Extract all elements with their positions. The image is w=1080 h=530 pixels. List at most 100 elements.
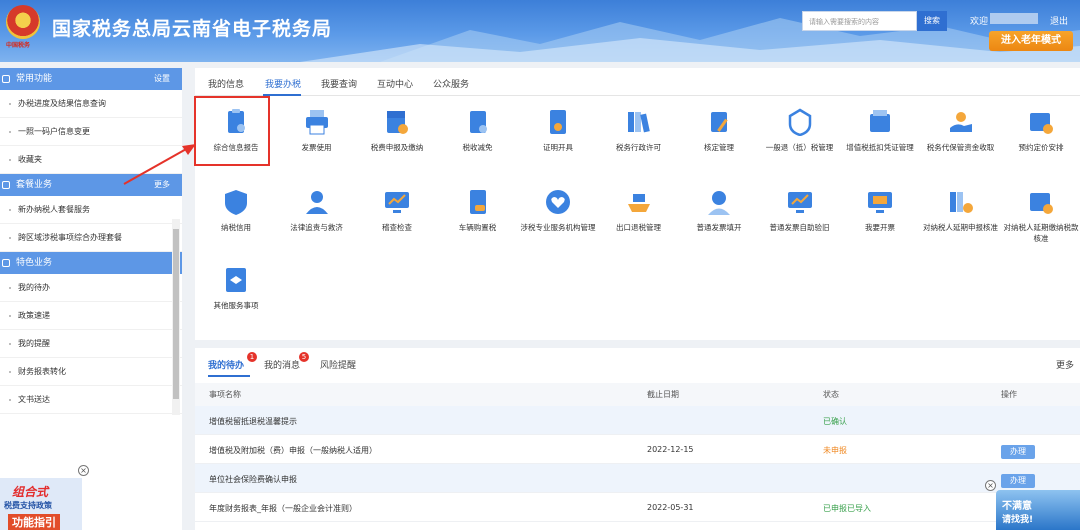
- handle-button[interactable]: 办理: [1001, 445, 1035, 459]
- section-title: 套餐业务: [16, 180, 53, 190]
- service-label: 其他服务事项: [213, 301, 259, 310]
- column-header: 操作: [1001, 390, 1017, 399]
- service-tile[interactable]: 涉税专业服务机构管理: [517, 188, 599, 233]
- tab-query[interactable]: 我要查询: [321, 77, 357, 90]
- service-tile[interactable]: 我要开票: [839, 188, 921, 233]
- search-input[interactable]: 请输入需要搜索的内容: [802, 11, 917, 31]
- binders-clock-icon: [949, 192, 973, 213]
- service-tile[interactable]: 普通发票自助验旧: [759, 188, 841, 233]
- service-label: 出口退税管理: [616, 223, 661, 232]
- username-redacted: [990, 13, 1038, 24]
- service-label: 涉税专业服务机构管理: [520, 223, 596, 232]
- tax-relief-icon: [469, 111, 487, 133]
- service-tile[interactable]: 发票使用: [276, 108, 358, 153]
- service-tile[interactable]: 稽查检查: [356, 188, 438, 233]
- service-tile[interactable]: 税务代保管资金收取: [920, 108, 1002, 153]
- ship-icon: [627, 194, 650, 212]
- column-header: 状态: [823, 390, 839, 399]
- service-tile[interactable]: 预约定价安排: [1000, 108, 1080, 153]
- sidebar-item[interactable]: 办税进度及结果信息查询: [0, 90, 182, 118]
- agent-icon: [708, 191, 730, 215]
- search-button[interactable]: 搜索: [917, 11, 947, 31]
- todo-badge: 1: [247, 352, 257, 362]
- tab-public-service[interactable]: 公众服务: [433, 77, 469, 90]
- sidebar-item[interactable]: 新办纳税人套餐服务: [0, 196, 182, 224]
- service-tile[interactable]: 证明开具: [517, 108, 599, 153]
- printer-icon: [305, 110, 328, 135]
- logout-link[interactable]: 退出: [1050, 14, 1068, 27]
- sidebar-item[interactable]: 跨区域涉税事项综合办理套餐: [0, 224, 182, 252]
- emblem-caption: 中国税务: [6, 42, 31, 49]
- service-label: 纳税信用: [221, 223, 251, 232]
- active-tab-indicator: [208, 375, 250, 377]
- promo-close-icon[interactable]: ×: [78, 465, 89, 476]
- service-tile[interactable]: 纳税信用: [195, 188, 277, 233]
- service-tile[interactable]: 出口退税管理: [598, 188, 680, 233]
- tab-my-todo[interactable]: 我的待办: [208, 358, 244, 371]
- tab-tax-handling[interactable]: 我要办税: [265, 77, 301, 90]
- table-header: 事项名称 截止日期 状态 操作: [195, 383, 1080, 406]
- service-tile[interactable]: 税费申报及缴纳: [356, 108, 438, 153]
- column-header: 事项名称: [209, 390, 241, 399]
- service-tile[interactable]: 一般退（抵）税管理: [759, 108, 841, 153]
- clipboard-edit-icon: [711, 112, 728, 132]
- sidebar-item[interactable]: 我的待办: [0, 274, 182, 302]
- table-row[interactable]: 增值税留抵退税温馨提示 已确认: [195, 406, 1080, 435]
- service-tile[interactable]: 对纳税人延期申报核准: [920, 188, 1002, 233]
- sidebar: 常用功能 设置 办税进度及结果信息查询 一照一码户信息变更 收藏夹 套餐业务 更…: [0, 68, 182, 530]
- credit-shield-icon: [225, 190, 247, 215]
- sidebar-item[interactable]: 政策速递: [0, 302, 182, 330]
- red-arrow-icon: [123, 144, 196, 185]
- tab-risk-alert[interactable]: 风险提醒: [320, 358, 356, 371]
- monitor-chart-icon: [385, 192, 409, 213]
- package-icon: [2, 181, 10, 189]
- scroll-thumb[interactable]: [173, 229, 179, 399]
- service-tile[interactable]: 核定管理: [678, 108, 760, 153]
- service-tile[interactable]: 税收减免: [437, 108, 519, 153]
- more-link[interactable]: 更多: [1056, 358, 1074, 371]
- main-tabs: 我的信息 我要办税 我要查询 互动中心 公众服务: [195, 68, 1080, 96]
- service-tile[interactable]: 税务行政许可: [598, 108, 680, 153]
- table-row[interactable]: 年度财务报表_年报（一般企业会计准则） 2022-05-31 已申报已导入: [195, 493, 1080, 522]
- tab-my-info[interactable]: 我的信息: [208, 77, 244, 90]
- settings-link[interactable]: 设置: [154, 68, 170, 90]
- declare-icon: [387, 111, 408, 134]
- service-tile[interactable]: 法律追责与救济: [276, 188, 358, 233]
- row-date: 2022-12-15: [647, 445, 694, 454]
- service-label: 对纳税人延期缴纳税款核准: [1003, 223, 1079, 243]
- layers-doc-icon: [226, 268, 246, 292]
- service-label: 普通发票填开: [696, 223, 742, 232]
- invoice-screen-icon: [868, 192, 892, 213]
- feedback-banner[interactable]: 不满意 请找我!: [996, 490, 1080, 530]
- feedback-line: 不满意: [1002, 501, 1032, 512]
- calendar-clock-icon: [1030, 113, 1053, 134]
- sidebar-item[interactable]: 我的提醒: [0, 330, 182, 358]
- service-label: 税收减免: [462, 143, 493, 152]
- tab-my-messages[interactable]: 我的消息: [264, 358, 300, 371]
- service-tile[interactable]: 增值税抵扣凭证管理: [839, 108, 921, 153]
- service-label: 发票使用: [301, 143, 332, 152]
- handle-button[interactable]: 办理: [1001, 474, 1035, 488]
- promo-banner[interactable]: 组合式 税费支持政策 功能指引: [0, 478, 82, 530]
- float-close-icon[interactable]: ×: [985, 480, 996, 491]
- service-tile[interactable]: 对纳税人延期缴纳税款核准: [1000, 188, 1080, 244]
- promo-line: 税费支持政策: [4, 501, 52, 510]
- table-row[interactable]: 单位社会保险费确认申报 办理: [195, 464, 1080, 493]
- elder-mode-button[interactable]: 进入老年模式: [989, 31, 1073, 51]
- service-tile[interactable]: 其他服务事项: [195, 266, 277, 311]
- sidebar-item[interactable]: 财务报表转化: [0, 358, 182, 386]
- grid-icon: [2, 259, 10, 267]
- sidebar-section-featured: 特色业务: [0, 252, 182, 274]
- service-tile[interactable]: 普通发票填开: [678, 188, 760, 233]
- todo-panel: 我的待办 1 我的消息 5 风险提醒 更多 事项名称 截止日期 状态 操作 增值…: [195, 348, 1080, 530]
- sidebar-item[interactable]: 文书送达: [0, 386, 182, 414]
- certificate-icon: [550, 110, 566, 134]
- service-label: 增值税抵扣凭证管理: [846, 143, 914, 152]
- promo-line: 组合式: [12, 485, 49, 499]
- service-tile[interactable]: 车辆购置税: [437, 188, 519, 233]
- sidebar-scrollbar[interactable]: [172, 219, 180, 415]
- tab-interaction[interactable]: 互动中心: [377, 77, 413, 90]
- promo-line: 功能指引: [8, 514, 60, 530]
- heart-circle-icon: [546, 190, 570, 214]
- table-row[interactable]: 增值税及附加税（费）申报（一般纳税人适用） 2022-12-15 未申报 办理: [195, 435, 1080, 464]
